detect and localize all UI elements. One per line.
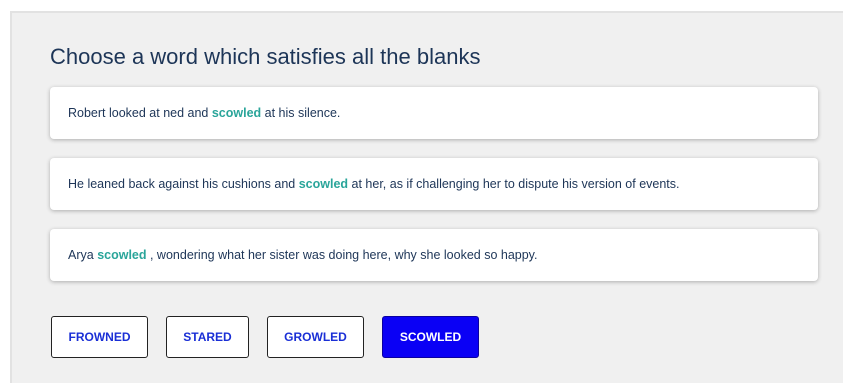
question-title: Choose a word which satisfies all the bl… xyxy=(50,44,481,69)
sentence-before: Robert looked at ned and xyxy=(68,106,212,120)
sentence-text: Arya scowled , wondering what her sister… xyxy=(68,248,537,262)
sentence-card: Arya scowled , wondering what her sister… xyxy=(50,229,818,281)
option-stared-button[interactable]: STARED xyxy=(166,316,249,358)
option-scowled-button[interactable]: SCOWLED xyxy=(382,316,479,358)
sentence-before: He leaned back against his cushions and xyxy=(68,177,299,191)
sentence-after: at his silence. xyxy=(261,106,341,120)
sentence-answer-word: scowled xyxy=(298,177,349,191)
sentence-answer-word: scowled xyxy=(211,106,262,120)
sentence-card: Robert looked at ned and scowled at his … xyxy=(50,87,818,139)
sentence-text: He leaned back against his cushions and … xyxy=(68,177,680,191)
option-frowned-button[interactable]: FROWNED xyxy=(51,316,148,358)
sentence-text: Robert looked at ned and scowled at his … xyxy=(68,106,340,120)
answer-options: FROWNED STARED GROWLED SCOWLED xyxy=(51,316,479,358)
sentence-after: at her, as if challenging her to dispute… xyxy=(348,177,680,191)
quiz-panel: Choose a word which satisfies all the bl… xyxy=(10,11,843,383)
sentence-answer-word: scowled xyxy=(97,248,147,262)
sentence-after: , wondering what her sister was doing he… xyxy=(146,248,538,262)
option-growled-button[interactable]: GROWLED xyxy=(267,316,364,358)
sentence-before: Arya xyxy=(68,248,98,262)
sentence-card: He leaned back against his cushions and … xyxy=(50,158,818,210)
